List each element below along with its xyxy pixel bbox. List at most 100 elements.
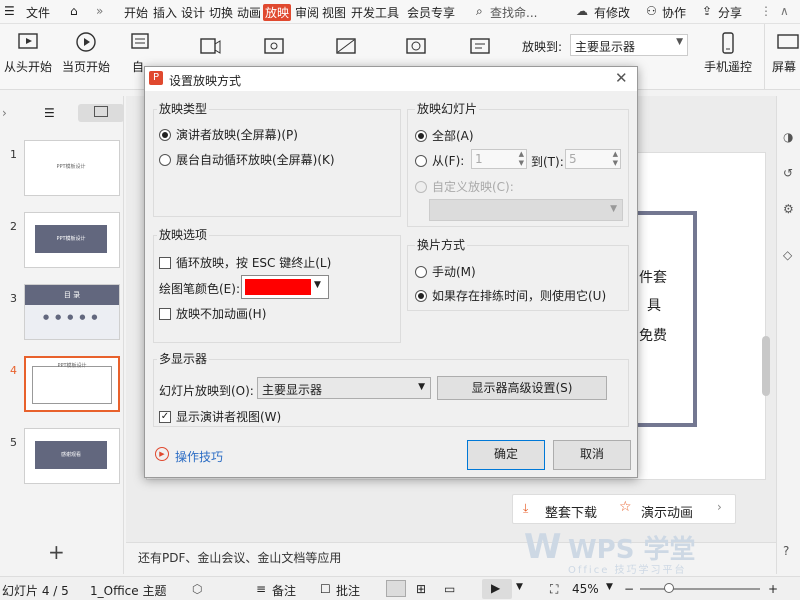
radio-button[interactable]	[159, 128, 171, 141]
chevron-down-icon[interactable]: ▼	[606, 582, 613, 592]
all-slides-radio[interactable]: 全部(A)	[415, 127, 474, 144]
to-label: 到(T):	[531, 155, 564, 169]
slide-sidebar: › ☰ 1 PPT模板设计 2 PPT模板设计 3 目 录 ●●●●● 4 PP…	[0, 96, 124, 574]
add-slide-icon[interactable]: +	[48, 540, 65, 564]
radio-button[interactable]	[415, 180, 427, 193]
use-timing-radio[interactable]: 如果存在排练时间，则使用它(U)	[415, 287, 606, 304]
advanced-display-button[interactable]: 显示器高级设置(S)	[437, 376, 607, 400]
hamburger-icon[interactable]: ☰	[4, 4, 15, 18]
monitor-select[interactable]: 主要显示器 ▼	[257, 377, 431, 399]
tab-slideshow[interactable]: 放映	[263, 4, 292, 21]
chevron-right-icon[interactable]: ›	[717, 500, 722, 514]
checkbox-checked[interactable]: ✓	[159, 410, 171, 423]
presenter-mode-radio[interactable]: 演讲者放映(全屏幕)(P)	[159, 126, 298, 143]
theme-name[interactable]: 1_Office 主题	[90, 582, 166, 599]
slide-thumbnail[interactable]: PPT模板设计	[24, 140, 120, 196]
collapse-icon[interactable]: ∧	[780, 4, 789, 18]
more-icon[interactable]: ⋮	[760, 4, 772, 18]
from-radio[interactable]: 从(F):	[415, 152, 464, 169]
radio-button[interactable]	[159, 153, 171, 166]
record-icon[interactable]	[198, 36, 222, 58]
radio-button[interactable]	[415, 154, 427, 167]
custom-show-radio[interactable]: 自定义放映(C):	[415, 178, 514, 195]
tools-icon[interactable]: ⚙	[783, 202, 794, 216]
radio-button[interactable]	[415, 265, 427, 278]
normal-view-icon[interactable]	[386, 580, 406, 597]
screen-button[interactable]: 屏幕	[772, 32, 800, 75]
has-changes-button[interactable]: 有修改	[594, 4, 630, 21]
hide-slide-icon[interactable]	[334, 36, 358, 58]
tab-insert[interactable]: 插入	[153, 4, 177, 21]
custom-show-select[interactable]: ▼	[429, 199, 623, 221]
notes-button[interactable]: 备注	[272, 582, 296, 599]
home-icon[interactable]: ⌂	[70, 4, 78, 18]
reading-view-icon[interactable]: ▭	[444, 582, 455, 596]
zoom-level[interactable]: 45%	[572, 582, 599, 596]
zoom-slider-thumb[interactable]	[664, 583, 674, 593]
ok-button[interactable]: 确定	[467, 440, 545, 470]
tab-transition[interactable]: 切换	[209, 4, 233, 21]
history-icon[interactable]: ↺	[783, 166, 793, 180]
chevron-down-icon[interactable]: ▼	[516, 582, 523, 592]
tab-member[interactable]: 会员专享	[407, 4, 455, 21]
presenter-icon[interactable]	[468, 36, 492, 58]
spinner-arrows-icon[interactable]: ▲ ▼	[519, 150, 524, 168]
share-button[interactable]: 分享	[718, 4, 742, 21]
slide-thumbnail[interactable]: 目 录 ●●●●●	[24, 284, 120, 340]
zoom-slider[interactable]	[640, 588, 760, 590]
no-animation-checkbox[interactable]: 放映不加动画(H)	[159, 305, 266, 322]
tab-review[interactable]: 审阅	[295, 4, 319, 21]
radio-button[interactable]	[415, 289, 427, 302]
spinner-arrows-icon[interactable]: ▲ ▼	[613, 150, 618, 168]
close-icon[interactable]: ✕	[615, 69, 628, 87]
rehearse-icon[interactable]	[404, 36, 428, 58]
slide-thumbnail-selected[interactable]: PPT模板设计	[24, 356, 120, 412]
settings-icon[interactable]	[262, 36, 286, 58]
phone-remote-button[interactable]: 手机遥控	[700, 32, 756, 75]
zoom-in-icon[interactable]: +	[768, 582, 778, 596]
cancel-button[interactable]: 取消	[553, 440, 631, 470]
notes-pane[interactable]: 还有PDF、金山会议、金山文档等应用 W WPS 学堂 Office 技巧学习平…	[126, 527, 776, 576]
kiosk-mode-radio[interactable]: 展台自动循环放映(全屏幕)(K)	[159, 151, 335, 168]
search-input[interactable]: 查找命...	[490, 4, 537, 21]
outline-view-icon[interactable]: ☰	[44, 106, 55, 120]
demo-animation-button[interactable]: 演示动画	[641, 502, 693, 521]
collab-button[interactable]: 协作	[662, 4, 686, 21]
style-icon[interactable]: ◑	[783, 130, 793, 144]
download-all-button[interactable]: 整套下载	[545, 502, 597, 521]
shapes-icon[interactable]: ◇	[783, 248, 792, 262]
tab-start[interactable]: 开始	[124, 4, 148, 21]
screen-label: 屏幕	[772, 60, 797, 74]
tab-animation[interactable]: 动画	[237, 4, 261, 21]
comments-button[interactable]: 批注	[336, 582, 360, 599]
from-current-label: 当页开始	[61, 60, 110, 74]
slide-thumbnail[interactable]: 感谢观看	[24, 428, 120, 484]
file-menu[interactable]: 文件	[26, 4, 50, 21]
manual-radio[interactable]: 手动(M)	[415, 263, 476, 280]
presenter-view-checkbox[interactable]: ✓ 显示演讲者视图(W)	[159, 408, 281, 425]
fit-icon[interactable]: ⛶	[550, 582, 558, 597]
zoom-out-icon[interactable]: −	[624, 582, 634, 596]
checkbox[interactable]	[159, 307, 171, 320]
from-current-button[interactable]: 当页开始	[60, 32, 112, 75]
from-start-button[interactable]: 从头开始	[2, 32, 54, 75]
tab-developer[interactable]: 开发工具	[351, 4, 399, 21]
from-spinner[interactable]: 1 ▲ ▼	[471, 149, 527, 169]
tips-link[interactable]: 操作技巧	[175, 448, 223, 465]
play-button[interactable]: ▶	[482, 579, 512, 599]
checkbox[interactable]	[159, 256, 171, 269]
slide-thumbnail[interactable]: PPT模板设计	[24, 212, 120, 268]
grid-view-icon[interactable]: ⊞	[416, 582, 426, 596]
pen-color-picker[interactable]: ▼	[241, 275, 329, 299]
tab-view[interactable]: 视图	[322, 4, 346, 21]
chevron-down-icon[interactable]: »	[96, 4, 103, 18]
shield-icon[interactable]: ⬡	[192, 582, 202, 596]
loop-checkbox[interactable]: 循环放映，按 ESC 键终止(L)	[159, 254, 331, 271]
radio-button[interactable]	[415, 129, 427, 142]
thumbnail-view-button[interactable]	[78, 104, 124, 122]
to-spinner[interactable]: 5 ▲ ▼	[565, 149, 621, 169]
tab-design[interactable]: 设计	[181, 4, 205, 21]
expand-icon[interactable]: ›	[2, 106, 7, 120]
scrollbar[interactable]	[762, 336, 770, 396]
show-on-select[interactable]: 主要显示器 ▼	[570, 34, 688, 56]
